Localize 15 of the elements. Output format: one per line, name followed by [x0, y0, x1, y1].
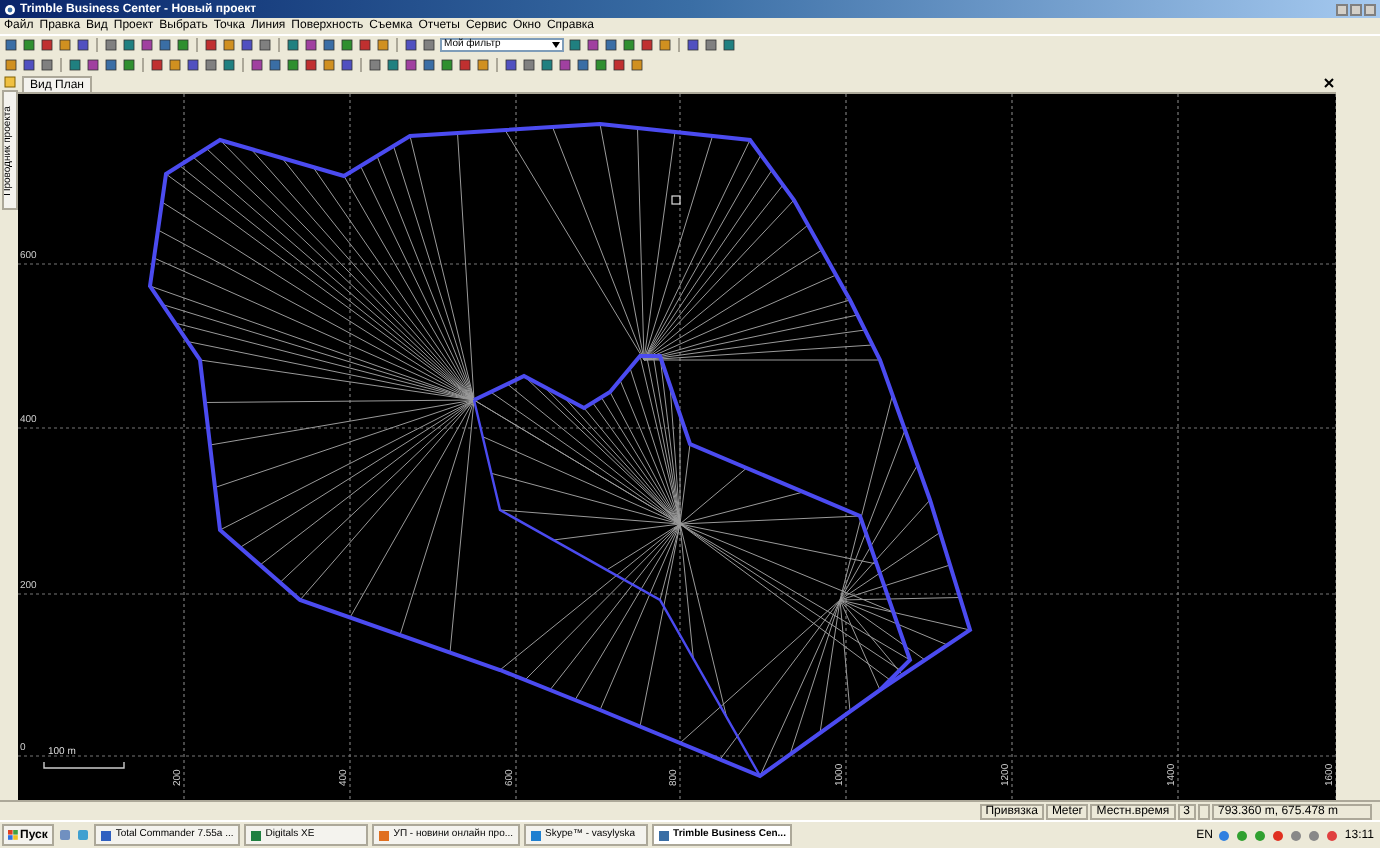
project-icon[interactable]: [3, 76, 15, 88]
app-icon: [657, 829, 670, 841]
app-icon: [99, 829, 112, 841]
cursor-icon: [671, 195, 681, 205]
close-button[interactable]: [1364, 3, 1376, 15]
minimize-button[interactable]: [1336, 3, 1348, 15]
restore-button[interactable]: [1350, 3, 1362, 15]
app-icon: [4, 3, 16, 15]
app-icon: [377, 829, 390, 841]
scale-bar: [43, 761, 125, 769]
app-icon: [529, 829, 542, 841]
app-icon: [249, 829, 262, 841]
close-icon[interactable]: [1324, 78, 1334, 88]
windows-logo-icon: [8, 830, 18, 840]
caret-icon: [552, 42, 560, 48]
